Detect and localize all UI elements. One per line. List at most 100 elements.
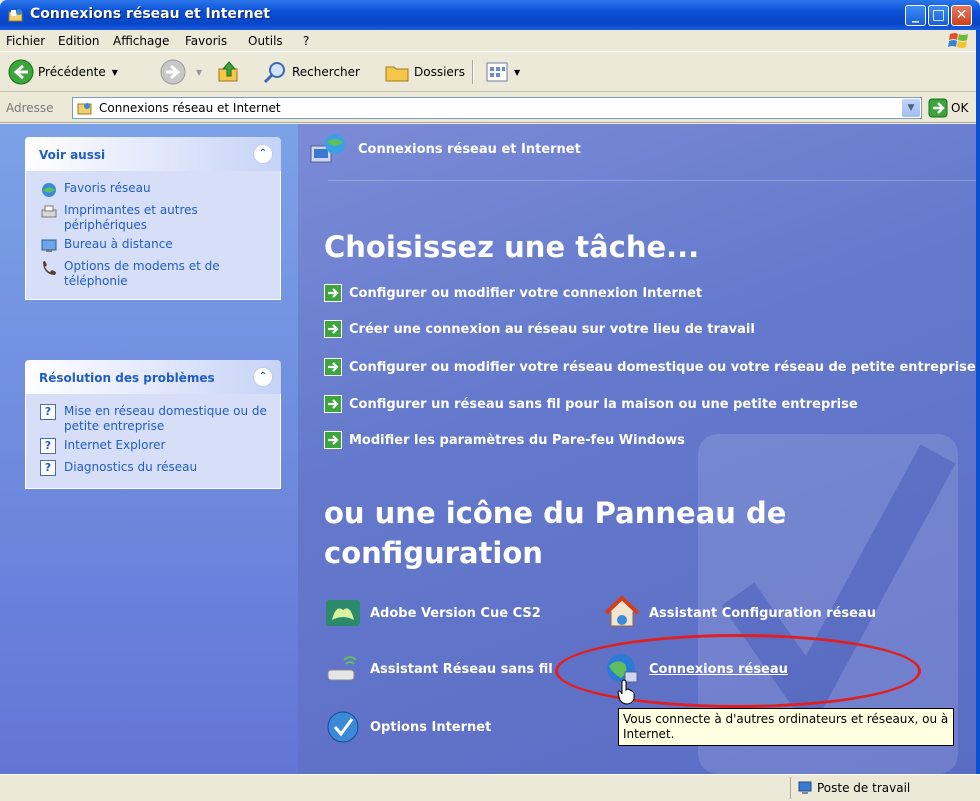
go-button[interactable]: OK — [928, 98, 968, 118]
title-bar: Connexions réseau et Internet _ □ ✕ — [0, 0, 980, 30]
go-label: OK — [951, 101, 969, 115]
tooltip: Vous connecte à d'autres ordinateurs et … — [618, 708, 954, 746]
troubleshoot-list: ? Mise en réseau domestique ou de petite… — [25, 394, 281, 489]
control-panel-heading-line1: ou une icône du Panneau de — [324, 496, 787, 530]
cp-item-internet-options[interactable]: Options Internet — [324, 708, 491, 746]
header-divider — [328, 180, 980, 181]
see-also-item-remote-desktop[interactable]: Bureau à distance — [40, 237, 272, 255]
menu-bar: Fichier Edition Affichage Favoris Outils… — [0, 30, 980, 52]
see-also-list: Favoris réseau Imprimantes et autres pér… — [25, 171, 281, 300]
maximize-button[interactable]: □ — [928, 5, 949, 26]
task-home-network[interactable]: Configurer ou modifier votre réseau dome… — [324, 358, 976, 376]
views-button[interactable]: ▼ — [484, 58, 520, 86]
troubleshoot-label: Mise en réseau domestique ou de petite e… — [64, 404, 267, 433]
minimize-button[interactable]: _ — [905, 5, 926, 26]
collapse-icon[interactable]: ⌃ — [253, 367, 273, 387]
cp-item-network-setup-wizard[interactable]: Assistant Configuration réseau — [603, 594, 876, 632]
go-arrow-icon — [928, 98, 948, 118]
task-configure-internet[interactable]: Configurer ou modifier votre connexion I… — [324, 284, 702, 302]
see-also-header[interactable]: Voir aussi ⌃ — [25, 137, 281, 171]
hand-cursor-icon — [617, 679, 635, 705]
folders-label: Dossiers — [414, 65, 465, 79]
menu-edit[interactable]: Edition — [58, 34, 100, 48]
address-input[interactable]: Connexions réseau et Internet ▼ — [72, 97, 922, 119]
task-label: Configurer ou modifier votre réseau dome… — [349, 359, 976, 375]
troubleshoot-label: Internet Explorer — [64, 438, 166, 452]
troubleshoot-header[interactable]: Résolution des problèmes ⌃ — [25, 360, 281, 394]
menu-view[interactable]: Affichage — [113, 34, 169, 48]
maximize-icon: □ — [931, 7, 946, 23]
chevron-down-icon: ▼ — [907, 103, 915, 113]
task-label: Configurer ou modifier votre connexion I… — [349, 285, 703, 301]
back-dropdown-icon[interactable]: ▼ — [112, 68, 118, 77]
forward-button[interactable]: ▼ — [160, 58, 202, 86]
folders-icon — [385, 66, 409, 82]
phone-icon — [43, 261, 56, 275]
windows-logo-icon — [948, 33, 968, 48]
menu-favorites[interactable]: Favoris — [185, 34, 227, 48]
cp-item-label: Adobe Version Cue CS2 — [370, 605, 541, 621]
menu-file[interactable]: Fichier — [6, 34, 45, 48]
cp-item-label: Options Internet — [370, 719, 492, 735]
printer-icon — [41, 205, 57, 218]
close-button[interactable]: ✕ — [951, 5, 972, 26]
address-bar: Adresse Connexions réseau et Internet ▼ … — [0, 93, 980, 123]
troubleshoot-panel: Résolution des problèmes ⌃ ? Mise en rés… — [25, 360, 281, 489]
see-also-label: Imprimantes et autres périphériques — [64, 203, 198, 232]
wireless-network-icon — [327, 656, 357, 681]
task-arrow-icon — [324, 431, 342, 449]
search-label: Rechercher — [292, 65, 360, 79]
cp-item-wireless-wizard[interactable]: Assistant Réseau sans fil — [324, 650, 553, 688]
forward-arrow-icon — [160, 59, 186, 85]
back-button[interactable]: Précédente ▼ — [8, 58, 118, 86]
see-also-item-network-places[interactable]: Favoris réseau — [40, 181, 272, 199]
task-wireless-network[interactable]: Configurer un réseau sans fil pour la ma… — [324, 395, 858, 413]
up-folder-button[interactable] — [216, 58, 246, 86]
collapse-icon[interactable]: ⌃ — [253, 144, 273, 164]
task-workplace-connection[interactable]: Créer une connexion au réseau sur votre … — [324, 320, 755, 338]
troubleshoot-label: Diagnostics du réseau — [64, 460, 198, 474]
search-button[interactable]: Rechercher — [262, 58, 360, 86]
see-also-item-modem-phone[interactable]: Options de modems et de téléphonie — [40, 259, 272, 289]
page-title: Connexions réseau et Internet — [358, 142, 581, 157]
network-setup-icon — [604, 595, 640, 627]
folders-button[interactable]: Dossiers — [384, 58, 465, 86]
help-icon: ? — [40, 438, 56, 454]
troubleshoot-item-diagnostics[interactable]: ? Diagnostics du réseau — [40, 460, 272, 478]
help-icon: ? — [40, 404, 56, 420]
status-bar: Poste de travail — [0, 774, 980, 801]
see-also-item-printers[interactable]: Imprimantes et autres périphériques — [40, 203, 272, 233]
task-firewall[interactable]: Modifier les paramètres du Pare-feu Wind… — [324, 431, 685, 449]
network-folder-icon — [8, 9, 23, 22]
menu-help[interactable]: ? — [303, 34, 309, 48]
highlight-ellipse — [555, 634, 921, 708]
see-also-panel: Voir aussi ⌃ Favoris réseau Imprimantes … — [25, 137, 281, 300]
see-also-label: Favoris réseau — [64, 181, 151, 195]
status-zone: Poste de travail — [790, 777, 910, 799]
task-pane: Voir aussi ⌃ Favoris réseau Imprimantes … — [0, 124, 298, 774]
troubleshoot-item-internet-explorer[interactable]: ? Internet Explorer — [40, 438, 272, 456]
network-internet-icon — [310, 134, 345, 163]
help-icon: ? — [40, 460, 56, 476]
adobe-version-cue-icon — [326, 600, 360, 626]
address-label: Adresse — [6, 101, 54, 115]
task-arrow-icon — [324, 358, 342, 376]
back-label: Précédente — [38, 65, 106, 79]
toolbar: Précédente ▼ ▼ Rechercher Dossiers ▼ — [0, 52, 980, 92]
remote-desktop-icon — [41, 239, 57, 252]
address-value: Connexions réseau et Internet — [99, 101, 281, 115]
cp-item-label: Assistant Réseau sans fil — [370, 661, 553, 677]
close-icon: ✕ — [955, 7, 968, 23]
control-panel-heading-line2: configuration — [324, 536, 543, 570]
computer-icon — [798, 781, 812, 794]
cp-item-adobe-version-cue[interactable]: Adobe Version Cue CS2 — [324, 594, 541, 632]
task-arrow-icon — [324, 320, 342, 338]
see-also-label: Options de modems et de téléphonie — [64, 259, 220, 288]
forward-dropdown-icon[interactable]: ▼ — [196, 68, 202, 77]
troubleshoot-item-home-network[interactable]: ? Mise en réseau domestique ou de petite… — [40, 404, 272, 434]
menu-tools[interactable]: Outils — [248, 34, 283, 48]
address-dropdown-button[interactable]: ▼ — [902, 99, 920, 117]
status-zone-label: Poste de travail — [817, 781, 911, 795]
views-dropdown-icon[interactable]: ▼ — [514, 68, 520, 77]
minimize-icon: _ — [912, 7, 919, 23]
